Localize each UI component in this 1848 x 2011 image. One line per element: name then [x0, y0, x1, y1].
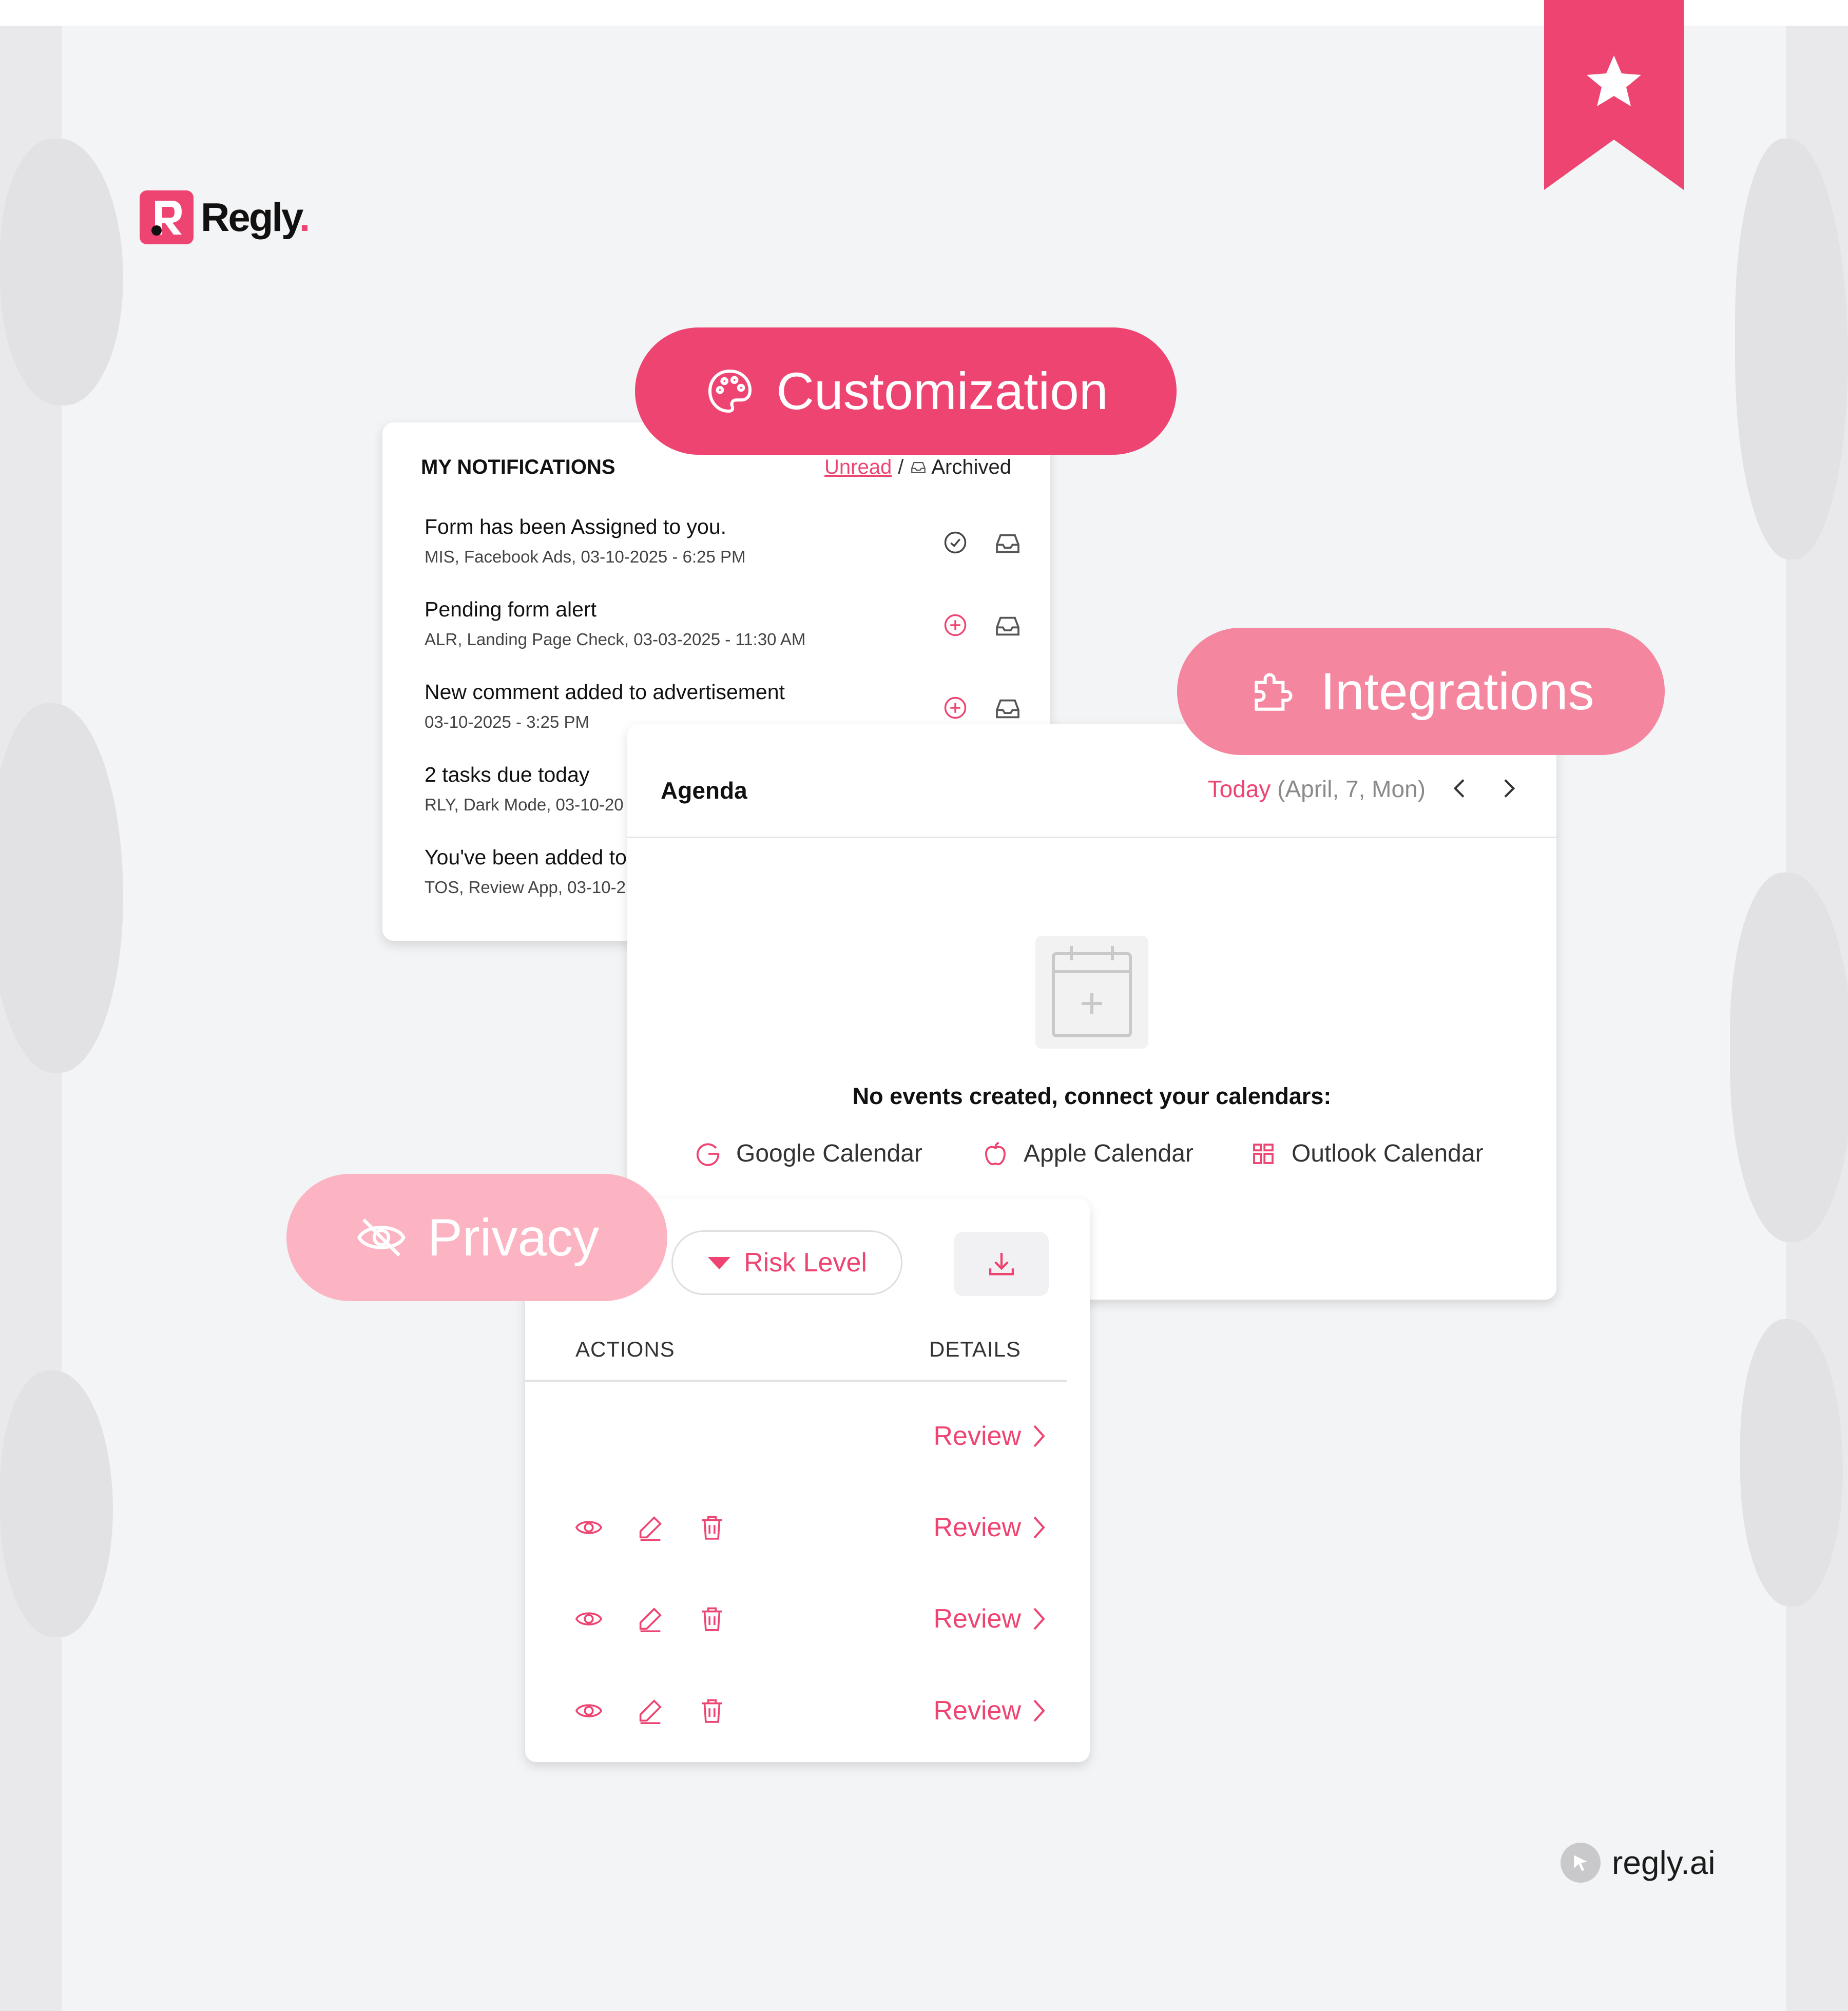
chevron-right-icon	[1033, 1516, 1045, 1539]
bg-shape	[1740, 1319, 1843, 1607]
connect-apple-calendar[interactable]: Apple Calendar	[981, 1139, 1194, 1168]
privacy-pill: Privacy	[286, 1174, 667, 1301]
eye-off-icon	[357, 1219, 406, 1256]
apple-icon	[985, 1142, 1006, 1165]
review-link[interactable]: Review	[934, 1421, 1049, 1452]
agenda-date: Today (April, 7, Mon)	[1208, 775, 1426, 803]
bg-shape	[0, 1370, 113, 1637]
website-link[interactable]: regly.ai	[1561, 1843, 1716, 1883]
risk-level-label: Risk Level	[744, 1248, 867, 1278]
row-actions	[574, 1696, 727, 1726]
connect-outlook-calendar[interactable]: Outlook Calendar	[1249, 1139, 1484, 1168]
review-link[interactable]: Review	[934, 1603, 1049, 1634]
plus-circle-icon[interactable]	[942, 694, 969, 721]
tab-separator: /	[898, 456, 904, 478]
logo-mark-icon	[140, 190, 194, 244]
windows-grid-icon	[1253, 1143, 1274, 1164]
brand-logo: Regly.	[140, 189, 310, 245]
archive-inbox-icon[interactable]	[993, 612, 1022, 641]
notification-actions	[942, 694, 1022, 723]
trash-icon[interactable]	[697, 1696, 727, 1726]
google-icon	[696, 1143, 720, 1166]
integrations-pill: Integrations	[1177, 628, 1665, 755]
pencil-icon[interactable]	[636, 1696, 665, 1726]
divider	[525, 1380, 1067, 1382]
notification-item[interactable]: You've been added to TOS, Review App, 03…	[425, 845, 627, 897]
pencil-icon[interactable]	[636, 1604, 665, 1634]
puzzle-icon	[1255, 673, 1293, 711]
empty-state-message: No events created, connect your calendar…	[852, 1083, 1332, 1109]
calendar-add-icon	[1052, 946, 1132, 1037]
connect-google-calendar[interactable]: Google Calendar	[694, 1139, 922, 1168]
risk-level-dropdown[interactable]: Risk Level	[671, 1230, 902, 1295]
trash-icon[interactable]	[697, 1513, 727, 1542]
chevron-right-icon[interactable]	[1494, 774, 1523, 803]
notifications-title: MY NOTIFICATIONS	[421, 456, 615, 478]
divider	[627, 837, 1556, 838]
palette-icon	[708, 369, 752, 413]
brand-name: Regly.	[201, 194, 310, 240]
tab-archived[interactable]: Archived	[910, 456, 1011, 479]
outlook-calendar-label: Outlook Calendar	[1292, 1140, 1484, 1167]
customization-pill: Customization	[635, 327, 1177, 455]
today-label[interactable]: Today	[1208, 776, 1271, 802]
bg-shape	[0, 139, 123, 405]
plus-circle-icon[interactable]	[942, 612, 969, 639]
review-link[interactable]: Review	[934, 1695, 1049, 1726]
notification-item[interactable]: 2 tasks due today RLY, Dark Mode, 03-10-…	[425, 763, 624, 815]
tab-unread[interactable]: Unread	[824, 456, 892, 479]
eye-icon[interactable]	[574, 1696, 604, 1726]
bg-shape	[1735, 139, 1848, 559]
pencil-icon[interactable]	[636, 1513, 665, 1542]
agenda-date-text: (April, 7, Mon)	[1277, 776, 1426, 802]
cursor-icon	[1561, 1843, 1601, 1883]
download-icon	[989, 1252, 1014, 1275]
download-button[interactable]	[954, 1232, 1049, 1296]
trash-icon[interactable]	[697, 1604, 727, 1634]
chevron-right-icon	[1033, 1608, 1045, 1630]
agenda-title: Agenda	[661, 777, 747, 804]
notification-item[interactable]: Form has been Assigned to you. MIS, Face…	[425, 515, 746, 567]
row-actions	[574, 1513, 727, 1542]
bookmark-star-icon	[1544, 0, 1684, 190]
google-calendar-label: Google Calendar	[736, 1140, 922, 1167]
chevron-left-icon[interactable]	[1446, 774, 1474, 803]
review-link[interactable]: Review	[934, 1512, 1049, 1543]
privacy-label: Privacy	[427, 1208, 600, 1267]
notification-actions	[942, 612, 1022, 641]
caret-down-icon	[708, 1257, 731, 1269]
chevron-right-icon	[1033, 1699, 1045, 1722]
notification-tabs: Unread / Archived	[824, 456, 1011, 479]
inbox-icon	[911, 461, 926, 473]
eye-icon[interactable]	[574, 1604, 604, 1634]
row-actions	[574, 1604, 727, 1634]
notification-item[interactable]: Pending form alert ALR, Landing Page Che…	[425, 597, 805, 649]
eye-icon[interactable]	[574, 1513, 604, 1542]
check-circle-icon[interactable]	[942, 529, 969, 556]
customization-label: Customization	[776, 361, 1108, 420]
bg-shape	[1730, 873, 1848, 1242]
chevron-right-icon	[1033, 1425, 1045, 1447]
archive-inbox-icon[interactable]	[993, 529, 1022, 558]
column-header-actions: ACTIONS	[575, 1337, 675, 1361]
bg-shape	[0, 703, 123, 1073]
integrations-label: Integrations	[1320, 662, 1594, 721]
website-label: regly.ai	[1612, 1844, 1716, 1881]
column-header-details: DETAILS	[929, 1337, 1021, 1361]
notification-actions	[942, 529, 1022, 558]
archive-inbox-icon[interactable]	[993, 694, 1022, 723]
empty-calendar-illustration	[1035, 936, 1148, 1049]
apple-calendar-label: Apple Calendar	[1024, 1140, 1194, 1167]
